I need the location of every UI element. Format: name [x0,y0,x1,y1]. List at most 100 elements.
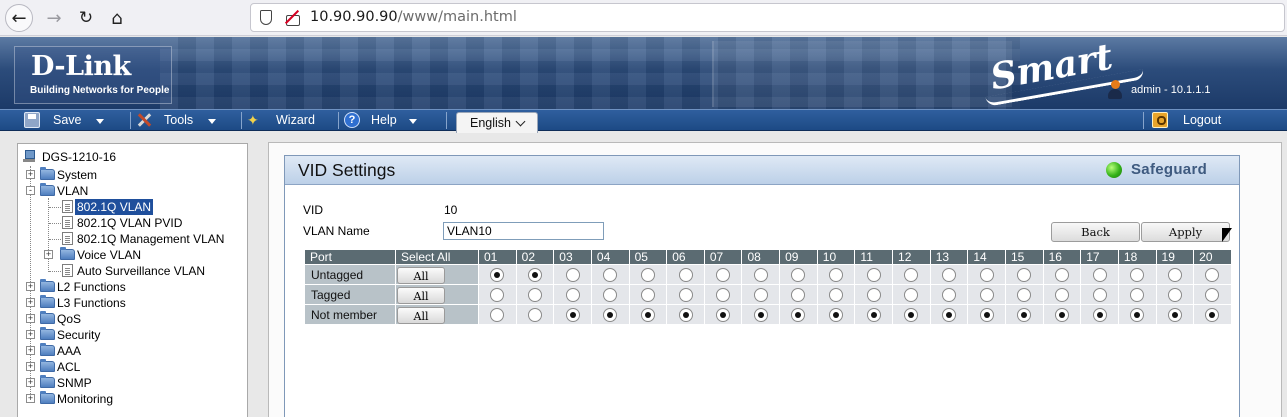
port-06-radio[interactable] [678,307,693,322]
port-19-radio[interactable] [1167,307,1182,322]
language-select[interactable]: English [456,112,538,133]
help-menu-label: Help [371,113,397,127]
apply-button[interactable]: Apply [1141,222,1230,242]
port-13-radio[interactable] [942,307,956,322]
port-14-radio[interactable] [979,287,994,302]
select-all-button[interactable]: All [397,267,445,284]
expand-icon[interactable]: + [26,346,35,355]
tools-menu[interactable]: Tools [136,110,236,130]
port-16-radio[interactable] [1054,287,1069,302]
port-08-radio[interactable] [753,267,768,282]
expand-icon[interactable]: + [26,314,35,323]
expand-icon[interactable]: + [26,378,35,387]
port-20-radio[interactable] [1205,267,1220,282]
port-20-radio[interactable] [1205,287,1220,302]
port-04-radio[interactable] [603,287,618,302]
port-10-radio[interactable] [829,307,844,322]
port-12-radio[interactable] [904,287,919,302]
port-04-radio[interactable] [603,307,618,322]
port-05-radio[interactable] [640,287,655,302]
port-01-radio[interactable] [490,307,505,322]
vlan-name-input[interactable] [443,222,604,240]
expand-icon[interactable]: + [26,394,35,403]
port-09-radio[interactable] [791,307,806,322]
port-15-radio[interactable] [1017,287,1032,302]
port-15-radio[interactable] [1017,267,1032,282]
address-bar[interactable]: 10.90.90.90/www/main.html [250,3,1285,32]
expand-icon[interactable]: + [26,170,35,179]
port-12-radio[interactable] [904,307,919,322]
port-14-radio[interactable] [979,307,994,322]
port-14-radio[interactable] [979,267,994,282]
logout-menu[interactable]: Logout [1152,110,1232,130]
expand-icon[interactable]: + [44,250,53,259]
port-radio-cell [628,284,668,305]
port-11-radio[interactable] [866,267,881,282]
port-07-radio[interactable] [716,267,731,282]
port-18-radio[interactable] [1130,287,1145,302]
tree-item-label: L3 Functions [57,296,126,310]
select-all-button[interactable]: All [397,287,445,304]
port-02-radio[interactable] [527,267,542,282]
expand-icon[interactable]: + [26,298,35,307]
collapse-icon[interactable]: - [26,186,35,195]
port-03-radio[interactable] [565,307,580,322]
forward-arrow-icon[interactable]: → [40,4,68,32]
expand-icon[interactable]: + [26,362,35,371]
expand-icon[interactable]: + [26,330,35,339]
port-19-radio[interactable] [1167,287,1182,302]
port-06-radio[interactable] [678,267,693,282]
port-16-radio[interactable] [1054,307,1069,322]
tree-line [49,271,61,272]
port-09-radio[interactable] [791,287,806,302]
port-16-radio[interactable] [1054,267,1069,282]
port-04-radio[interactable] [603,267,618,282]
port-02-radio[interactable] [527,307,542,322]
port-11-radio[interactable] [866,307,881,322]
port-18-radio[interactable] [1130,307,1145,322]
tree-item-label: System [57,168,98,182]
port-12-radio[interactable] [904,267,919,282]
url-text[interactable]: 10.90.90.90/www/main.html [310,9,517,25]
port-17-radio[interactable] [1092,307,1107,322]
port-15-radio[interactable] [1017,307,1032,322]
port-03-radio[interactable] [565,287,580,302]
help-menu[interactable]: ? Help [344,110,434,130]
port-07-radio[interactable] [716,287,731,302]
port-06-radio[interactable] [678,287,693,302]
expand-icon[interactable]: + [26,282,35,291]
port-17-radio[interactable] [1092,267,1107,282]
port-10-radio[interactable] [829,267,844,282]
port-20-radio[interactable] [1205,307,1220,322]
select-all-button[interactable]: All [397,307,445,324]
port-number-header: 13 [929,249,969,265]
port-01-radio[interactable] [490,267,505,282]
user-info: admin - 10.1.1.1 [1131,84,1211,96]
port-13-radio[interactable] [942,267,956,282]
port-18-radio[interactable] [1130,267,1145,282]
port-05-radio[interactable] [640,267,655,282]
wizard-menu[interactable]: Wizard [247,110,332,130]
port-08-radio[interactable] [753,287,768,302]
back-arrow-icon[interactable]: ← [5,4,33,32]
port-10-radio[interactable] [829,287,844,302]
port-08-radio[interactable] [753,307,768,322]
port-01-radio[interactable] [490,287,505,302]
shield-icon[interactable] [260,10,272,25]
logout-menu-label: Logout [1183,113,1222,127]
port-17-radio[interactable] [1092,287,1107,302]
save-menu[interactable]: Save [24,110,124,130]
port-02-radio[interactable] [527,287,542,302]
port-19-radio[interactable] [1167,267,1182,282]
port-09-radio[interactable] [791,267,806,282]
port-11-radio[interactable] [866,287,881,302]
home-icon[interactable]: ⌂ [103,4,131,32]
port-03-radio[interactable] [565,267,580,282]
port-07-radio[interactable] [716,307,731,322]
port-05-radio[interactable] [640,307,655,322]
port-13-radio[interactable] [942,287,956,302]
reload-icon[interactable]: ↻ [72,4,100,32]
port-number-header: 06 [666,249,705,265]
insecure-lock-icon[interactable] [285,10,300,26]
back-button[interactable]: Back [1051,222,1140,242]
